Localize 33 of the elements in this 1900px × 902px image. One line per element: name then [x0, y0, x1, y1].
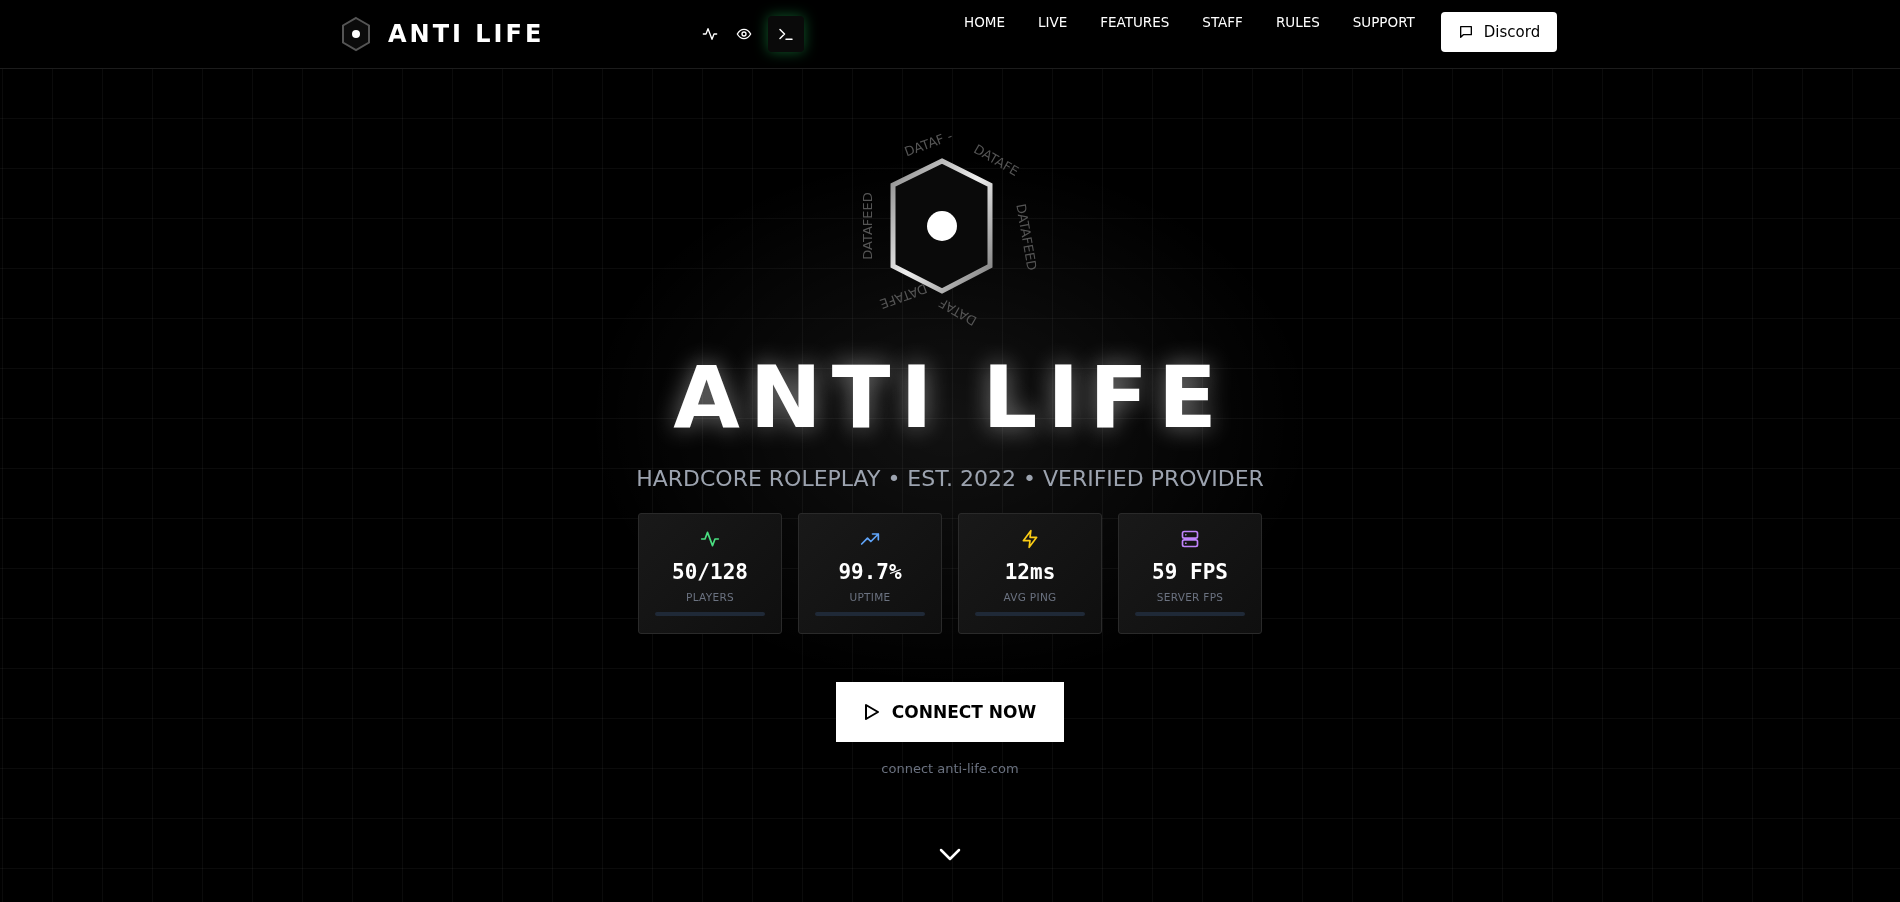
orbit-label: DATAFEED [1013, 202, 1040, 272]
nav-link[interactable]: SUPPORT [1352, 14, 1415, 30]
hexagon-logo-icon [340, 16, 372, 52]
connect-button[interactable]: CONNECT NOW [836, 682, 1064, 742]
terminal-button[interactable] [768, 16, 804, 52]
play-icon [863, 703, 880, 721]
orbit-label: DATAF - [902, 131, 955, 160]
lightning-icon [1020, 529, 1040, 549]
stat-value: 12ms [1004, 560, 1056, 584]
discord-button[interactable]: Discord [1440, 12, 1558, 52]
pulse-icon [700, 529, 720, 549]
nav-link[interactable]: RULES [1275, 14, 1320, 30]
stat-label: PLAYERS [686, 591, 734, 603]
hero-subtitle: HARDCORE ROLEPLAY • EST. 2022 • VERIFIED PROVIDER [636, 466, 1264, 491]
chat-bubble-icon [1457, 24, 1474, 40]
server-icon [1180, 529, 1200, 549]
stat-value: 99.7% [838, 560, 902, 584]
orbit-label: DATAFEED [860, 192, 875, 260]
stat-value: 50/128 [672, 560, 748, 584]
hero-title: ANTI LIFE [673, 346, 1227, 449]
stat-label: AVG PING [1003, 591, 1057, 603]
nav-link[interactable]: FEATURES [1100, 14, 1170, 30]
stat-value: 59 FPS [1152, 560, 1228, 584]
chevron-down-icon[interactable] [939, 848, 961, 862]
nav-link[interactable]: LIVE [1037, 14, 1068, 30]
eye-icon [736, 26, 752, 42]
stat-label: SERVER FPS [1156, 591, 1224, 603]
nav-link[interactable]: HOME [964, 14, 1005, 30]
stat-label: UPTIME [849, 591, 891, 603]
brand-name: ANTI LIFE [388, 20, 545, 48]
connect-address: connect anti-life.com [881, 761, 1019, 776]
pulse-icon [702, 26, 718, 42]
nav-link[interactable]: STAFF [1202, 14, 1243, 30]
